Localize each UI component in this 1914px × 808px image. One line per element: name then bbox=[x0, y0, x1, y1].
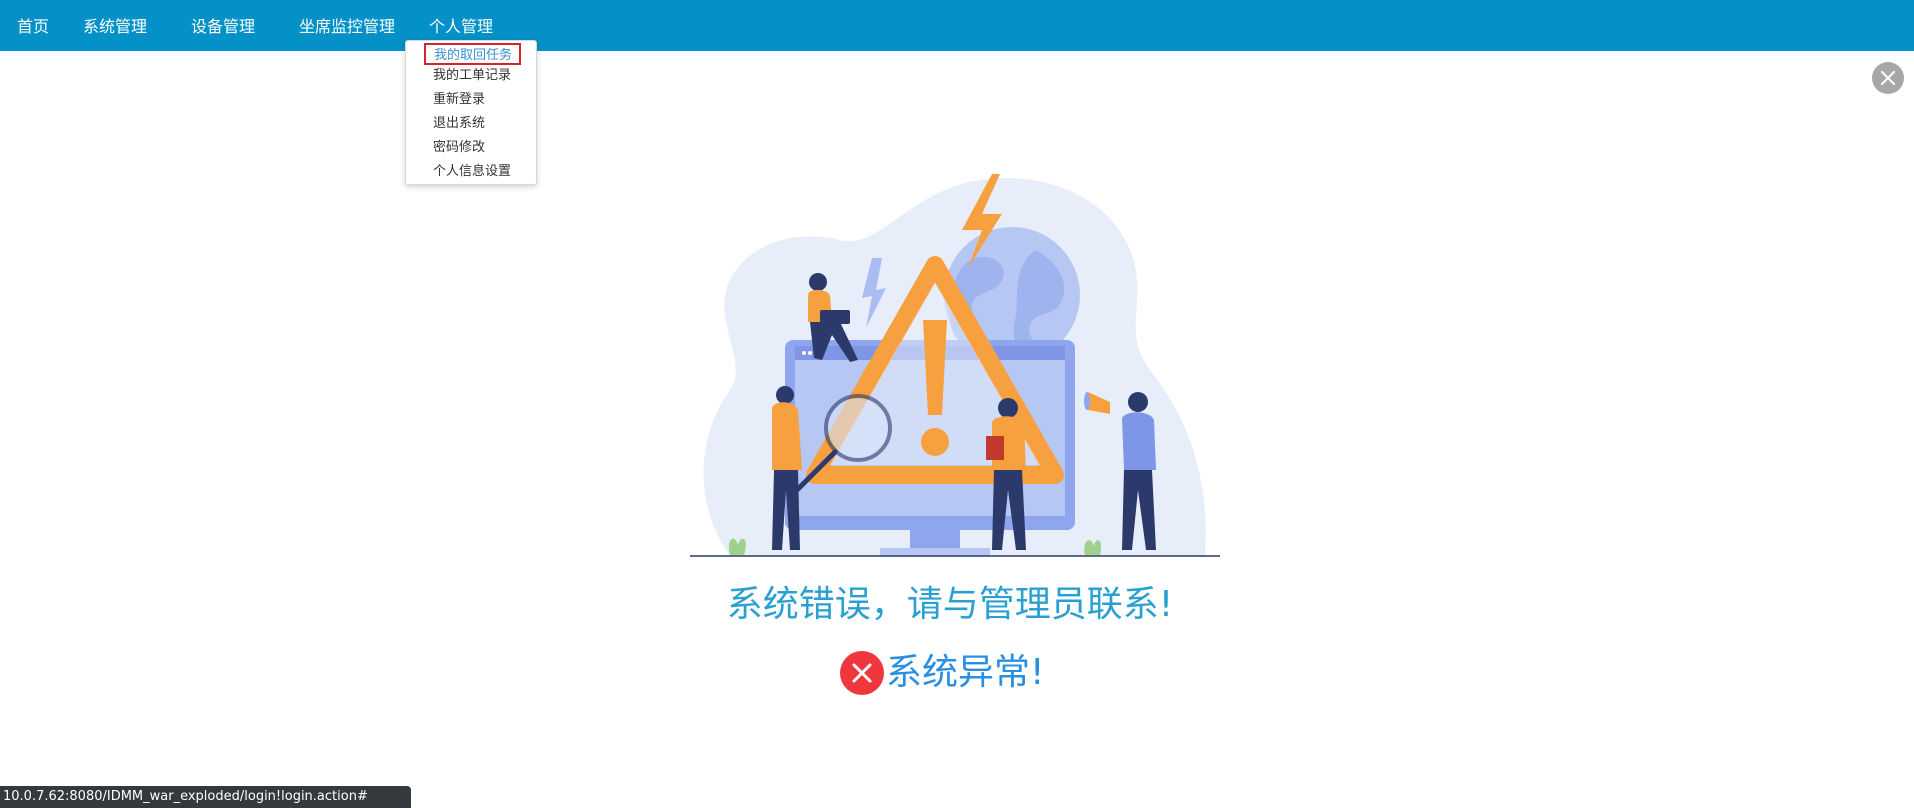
nav-item-agent-monitoring[interactable]: 坐席监控管理 bbox=[299, 0, 395, 51]
nav-item-system-management[interactable]: 系统管理 bbox=[83, 0, 147, 51]
menu-item-relogin[interactable]: 重新登录 bbox=[433, 89, 485, 111]
error-message-line: 系统异常! bbox=[840, 648, 1044, 698]
nav-item-device-management[interactable]: 设备管理 bbox=[191, 0, 255, 51]
close-icon bbox=[1880, 70, 1896, 86]
personal-management-dropdown: 我的取回任务 我的工单记录 重新登录 退出系统 密码修改 个人信息设置 bbox=[405, 40, 537, 185]
menu-item-logout[interactable]: 退出系统 bbox=[433, 113, 485, 135]
menu-item-change-password[interactable]: 密码修改 bbox=[433, 137, 485, 159]
nav-item-home[interactable]: 首页 bbox=[17, 0, 49, 51]
warning-illustration bbox=[690, 174, 1220, 557]
error-x-icon bbox=[840, 651, 884, 695]
menu-item-my-work-orders[interactable]: 我的工单记录 bbox=[433, 65, 511, 87]
error-message: 系统异常! bbox=[886, 652, 1045, 693]
close-button[interactable] bbox=[1872, 62, 1904, 94]
menu-item-my-retrieved-tasks[interactable]: 我的取回任务 bbox=[424, 43, 521, 65]
menu-item-personal-info-settings[interactable]: 个人信息设置 bbox=[433, 161, 511, 183]
status-bar-url: 10.0.7.62:8080/IDMM_war_exploded/login!l… bbox=[0, 786, 411, 808]
error-title: 系统错误，请与管理员联系! bbox=[726, 584, 1174, 625]
top-navigation-bar: 首页 系统管理 设备管理 坐席监控管理 个人管理 bbox=[0, 0, 1914, 51]
